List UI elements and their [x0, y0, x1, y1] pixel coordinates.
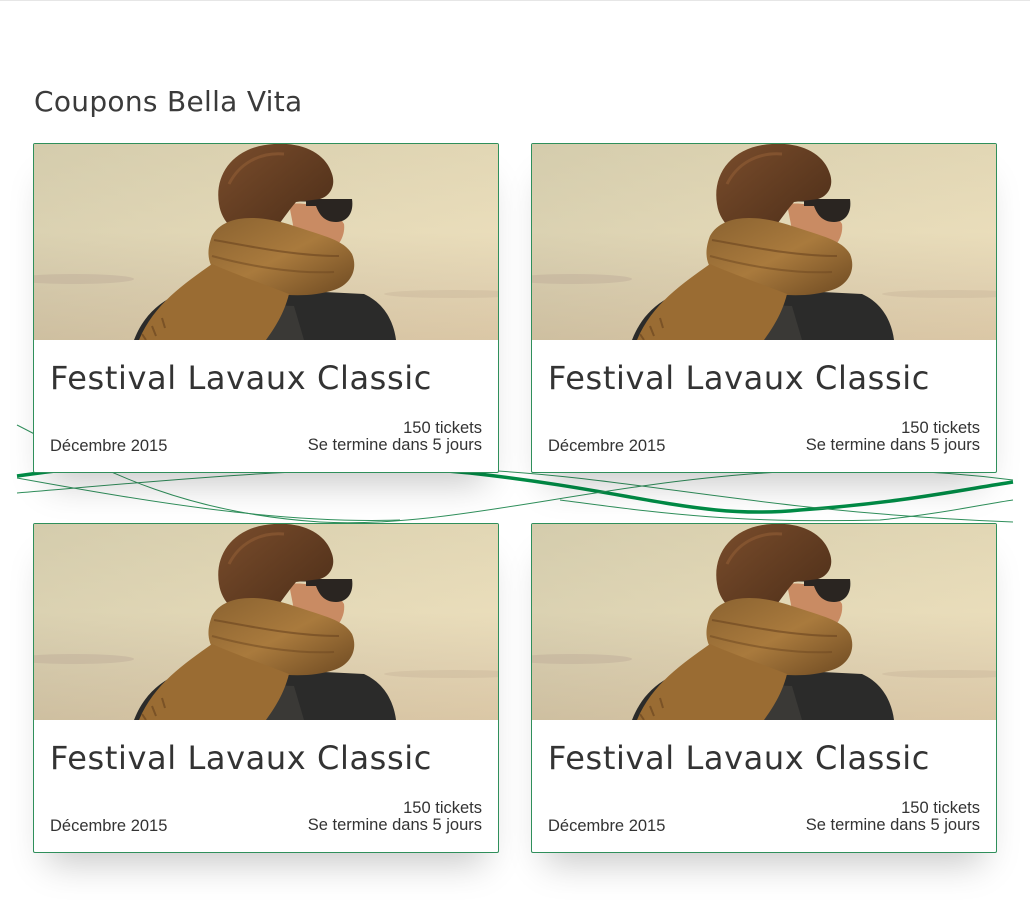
coupon-date: Décembre 2015	[50, 437, 168, 455]
coupon-date: Décembre 2015	[50, 817, 168, 835]
coupon-card[interactable]: Festival Lavaux Classic Décembre 2015 15…	[531, 523, 997, 853]
coupon-card[interactable]: Festival Lavaux Classic Décembre 2015 15…	[531, 143, 997, 473]
coupon-date: Décembre 2015	[548, 437, 666, 455]
wave-line-thin	[16, 468, 1014, 523]
coupon-tickets: 150 tickets	[403, 419, 482, 437]
coupon-ends: Se termine dans 5 jours	[307, 816, 482, 834]
coupon-card[interactable]: Festival Lavaux Classic Décembre 2015 15…	[33, 143, 499, 473]
coupon-meta: 150 tickets Se termine dans 5 jours	[308, 420, 482, 454]
wave-line-thin	[559, 499, 1014, 522]
coupon-ends: Se termine dans 5 jours	[307, 436, 482, 454]
page-title: Coupons Bella Vita	[34, 85, 303, 118]
coupon-meta: 150 tickets Se termine dans 5 jours	[308, 800, 482, 834]
coupon-title: Festival Lavaux Classic	[50, 359, 432, 397]
coupon-tickets: 150 tickets	[901, 799, 980, 817]
coupon-meta: 150 tickets Se termine dans 5 jours	[806, 420, 980, 454]
coupon-title: Festival Lavaux Classic	[50, 739, 432, 777]
coupon-meta: 150 tickets Se termine dans 5 jours	[806, 800, 980, 834]
coupon-image	[532, 524, 996, 720]
top-divider	[0, 0, 1030, 1]
coupon-ends: Se termine dans 5 jours	[805, 816, 980, 834]
coupon-tickets: 150 tickets	[901, 419, 980, 437]
coupon-title: Festival Lavaux Classic	[548, 359, 930, 397]
coupon-date: Décembre 2015	[548, 817, 666, 835]
coupon-image	[34, 524, 498, 720]
coupon-ends: Se termine dans 5 jours	[805, 436, 980, 454]
coupon-image	[532, 144, 996, 340]
coupon-title: Festival Lavaux Classic	[548, 739, 930, 777]
coupon-image	[34, 144, 498, 340]
wave-line-thin	[16, 477, 401, 521]
coupon-card[interactable]: Festival Lavaux Classic Décembre 2015 15…	[33, 523, 499, 853]
coupon-tickets: 150 tickets	[403, 799, 482, 817]
